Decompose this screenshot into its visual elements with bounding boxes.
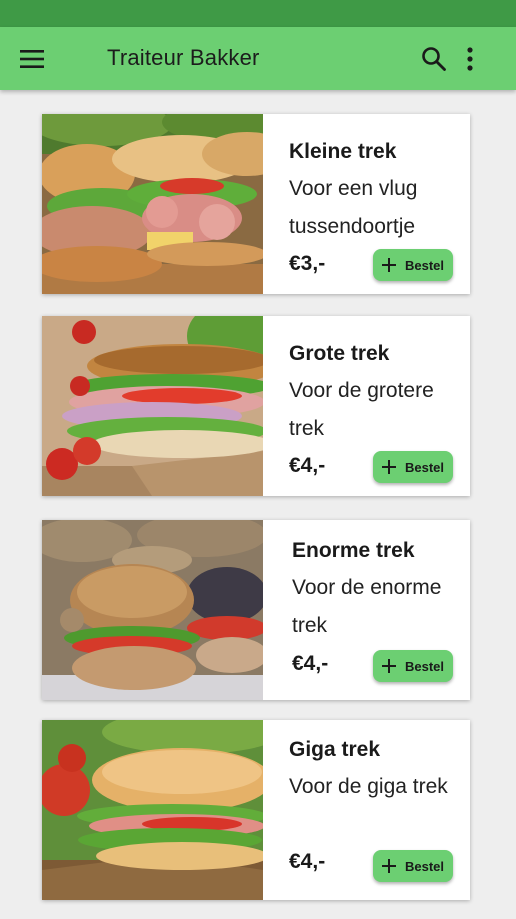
sandwich-photo [42, 720, 263, 900]
order-button-label: Bestel [405, 858, 445, 874]
product-price: €4,- [289, 850, 326, 873]
product-price: €3,- [289, 252, 326, 275]
product-card-enorme-trek[interactable]: Enorme trek Voor de enorme trek €4,- Bes… [42, 520, 470, 700]
product-info: Giga trek Voor de giga trek €4,- Bestel [289, 720, 464, 900]
product-description: Voor de grotere trek [289, 379, 434, 440]
more-vert-icon [467, 47, 473, 71]
product-card-kleine-trek[interactable]: Kleine trek Voor een vlug tussendoortje … [42, 114, 470, 294]
product-price: €4,- [289, 454, 326, 477]
product-name: Grote trek [289, 342, 390, 365]
order-button[interactable]: Bestel [373, 249, 453, 281]
product-info: Enorme trek Voor de enorme trek €4,- Bes… [292, 520, 467, 700]
order-button-label: Bestel [405, 257, 445, 273]
product-card-grote-trek[interactable]: Grote trek Voor de grotere trek €4,- Bes… [42, 316, 470, 496]
search-button[interactable] [418, 43, 450, 75]
sandwich-photo [42, 520, 263, 700]
product-card-giga-trek[interactable]: Giga trek Voor de giga trek €4,- Bestel [42, 720, 470, 900]
sandwich-photo [42, 114, 263, 294]
product-name: Kleine trek [289, 140, 397, 163]
order-button[interactable]: Bestel [373, 850, 453, 882]
page-title: Traiteur Bakker [107, 45, 260, 70]
sandwich-photo [42, 316, 263, 496]
menu-button[interactable] [14, 43, 50, 75]
product-description: Voor de enorme trek [292, 576, 442, 637]
order-button[interactable]: Bestel [373, 451, 453, 483]
product-info: Grote trek Voor de grotere trek €4,- Bes… [289, 316, 464, 496]
plus-icon [382, 659, 396, 673]
plus-icon [382, 258, 396, 272]
product-info: Kleine trek Voor een vlug tussendoortje … [289, 114, 464, 294]
order-button-label: Bestel [405, 658, 445, 674]
menu-icon [20, 50, 44, 68]
product-name: Enorme trek [292, 539, 415, 562]
plus-icon [382, 859, 396, 873]
app-bar: Traiteur Bakker [0, 27, 516, 90]
product-description: Voor de giga trek [289, 775, 448, 798]
order-button-label: Bestel [405, 459, 445, 475]
order-button[interactable]: Bestel [373, 650, 453, 682]
plus-icon [382, 460, 396, 474]
more-options-button[interactable] [456, 43, 484, 75]
search-icon [422, 47, 446, 71]
product-price: €4,- [292, 652, 329, 675]
product-name: Giga trek [289, 738, 381, 761]
product-description: Voor een vlug tussendoortje [289, 177, 418, 238]
status-bar [0, 0, 516, 27]
